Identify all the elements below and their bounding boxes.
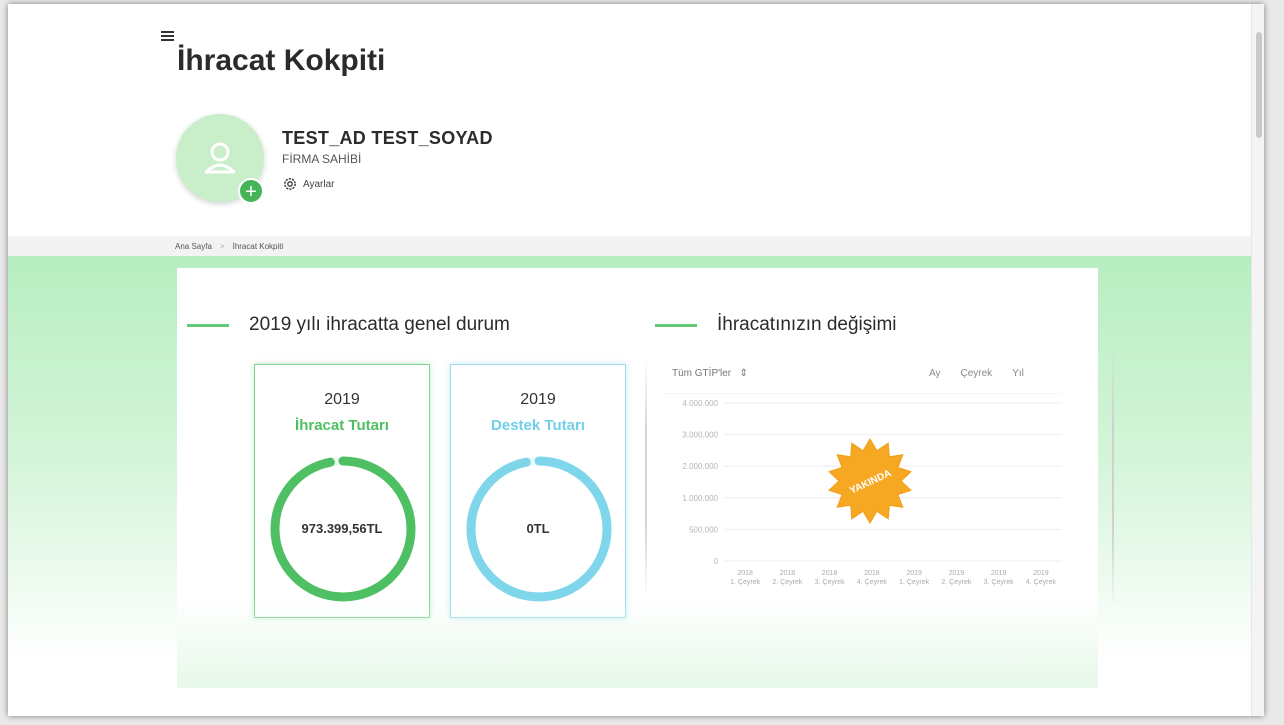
export-year: 2019 [324,391,360,408]
export-value: 973.399,56TL [301,521,383,536]
settings-label: Ayarlar [303,178,335,190]
heading-accent-line [187,323,229,327]
x-tick-label: 1. Çeyrek [899,579,929,586]
heading-accent-line [655,323,697,327]
support-year: 2019 [520,391,556,408]
breadcrumb-bar: Ana Sayfa > İhracat Kokpiti [8,236,1252,256]
export-change-chart: 0 500.000 1.000.000 2.000.000 3.000.000 4.000… [662,393,1062,586]
gtip-filter-select[interactable]: Tüm GTİP'ler ⇕ [672,368,748,379]
x-tick-label: 4. Çeyrek [857,579,887,586]
y-tick-label: 4.000.000 [682,399,718,408]
x-tick-label: 4. Çeyrek [1026,579,1056,586]
x-tick-label: 2018 [822,570,838,577]
x-tick-label: 2019 [906,570,922,577]
x-tick-label: 2019 [949,570,965,577]
y-tick-label: 0 [714,557,719,566]
support-amount-card: 2019 Destek Tutarı 0TL [450,364,626,618]
x-tick-label: 2. Çeyrek [772,579,802,586]
tab-quarter[interactable]: Çeyrek [961,368,993,379]
chart-right-divider [1112,348,1114,608]
sort-icon: ⇕ [733,368,748,379]
hamburger-menu-icon[interactable] [161,31,174,41]
x-tick-label: 3. Çeyrek [815,579,845,586]
y-tick-label: 500.000 [689,525,718,534]
y-tick-label: 2.000.000 [682,462,718,471]
breadcrumb-separator: > [219,242,225,251]
x-tick-label: 2018 [737,570,753,577]
change-heading: İhracatınızın değişimi [655,314,897,336]
breadcrumb: Ana Sayfa > İhracat Kokpiti [175,242,283,251]
user-role: FİRMA SAHİBİ [282,152,362,166]
x-tick-label: 1. Çeyrek [730,579,760,586]
x-tick-label: 3. Çeyrek [984,579,1014,586]
overview-heading: 2019 yılı ihracatta genel durum [187,314,510,336]
x-tick-label: 2018 [864,570,880,577]
y-tick-label: 3.000.000 [682,431,718,440]
gtip-filter-label: Tüm GTİP'ler [672,368,732,379]
x-tick-label: 2019 [991,570,1007,577]
x-tick-label: 2018 [780,570,796,577]
scrollbar-thumb[interactable] [1256,32,1262,138]
vertical-scrollbar[interactable] [1251,4,1264,716]
period-tabs: Ay Çeyrek Yıl [929,368,1024,379]
dashboard-card: 2019 yılı ihracatta genel durum 2019 İhr… [177,268,1114,688]
user-icon [204,142,236,174]
page-title: İhracat Kokpiti [177,44,386,77]
x-tick-label: 2. Çeyrek [941,579,971,586]
breadcrumb-home[interactable]: Ana Sayfa [175,242,212,251]
browser-window: İhracat Kokpiti + TEST_AD TEST_SOYAD FİR… [8,4,1264,716]
support-label: Destek Tutarı [491,417,585,434]
tab-year[interactable]: Yıl [1012,368,1024,379]
card-bottom-fade [177,598,1098,688]
x-tick-label: 2019 [1033,570,1049,577]
overview-heading-text: 2019 yılı ihracatta genel durum [249,314,510,335]
section-divider [645,358,647,598]
export-label: İhracat Tutarı [295,417,389,434]
y-tick-label: 1.000.000 [682,494,718,503]
gear-icon [284,178,296,190]
tab-month[interactable]: Ay [929,368,941,379]
export-amount-card: 2019 İhracat Tutarı 973.399,56TL [254,364,430,618]
user-name: TEST_AD TEST_SOYAD [282,128,493,148]
add-photo-button[interactable]: + [238,178,264,204]
breadcrumb-current: İhracat Kokpiti [232,242,284,251]
support-value: 0TL [526,521,550,536]
settings-link[interactable]: Ayarlar [282,176,335,192]
change-heading-text: İhracatınızın değişimi [717,314,897,335]
